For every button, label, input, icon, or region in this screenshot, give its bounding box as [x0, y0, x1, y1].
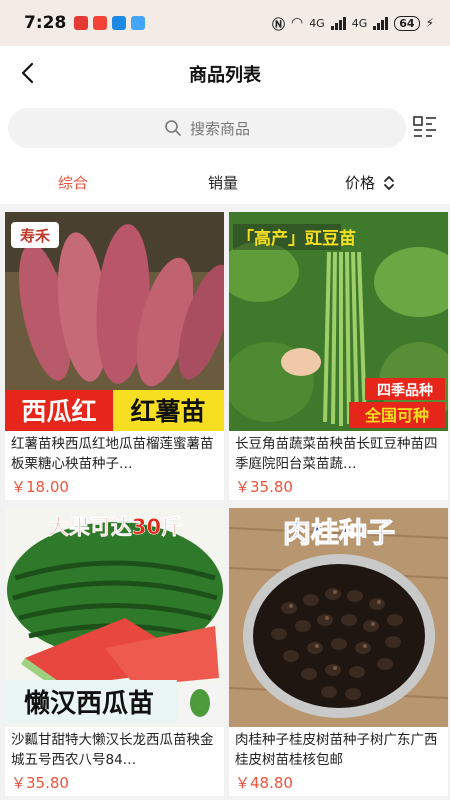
image-caption: 懒汉西瓜苗 [24, 689, 154, 719]
image-caption: 西瓜红 [21, 397, 96, 426]
charging-icon: ⚡ [425, 16, 434, 30]
product-price: ￥18.00 [11, 478, 69, 496]
product-image: 大果可达30斤 懒汉西瓜苗 [5, 508, 224, 727]
image-caption: 红薯苗 [130, 397, 205, 426]
product-price: ￥35.80 [235, 478, 293, 496]
image-badge: 全国可种 [364, 406, 429, 425]
product-price: ￥35.80 [11, 774, 69, 792]
product-card[interactable]: 寿禾 西瓜红 红薯苗 红薯苗秧西瓜红地瓜苗榴莲蜜薯苗板栗糖心秧苗种子… ￥18.… [5, 212, 224, 500]
product-card[interactable]: 「高产」豇豆苗 四季品种 全国可种 长豆角苗蔬菜苗秧苗长豇豆种苗四季庭院阳台菜苗… [229, 212, 448, 500]
brand-logo: 寿禾 [20, 227, 51, 245]
sort-tab-label: 销量 [208, 174, 239, 192]
product-name: 红薯苗秧西瓜红地瓜苗榴莲蜜薯苗板栗糖心秧苗种子… [11, 436, 214, 472]
search-icon [165, 120, 181, 136]
app-notification-icon [131, 16, 146, 30]
image-caption: 大果可达30斤 [48, 515, 182, 539]
search-input[interactable]: 搜索商品 [8, 108, 406, 148]
status-bar: 7:28 Ⓝ ◠ 4G 4G 64 ⚡ [0, 0, 450, 46]
sort-tab-comprehensive[interactable]: 综合 [58, 172, 88, 193]
list-view-icon [413, 116, 436, 137]
network-type-b: 4G [351, 16, 368, 30]
sort-tab-sales[interactable]: 销量 [208, 172, 238, 193]
image-caption: 「高产」豇豆苗 [237, 228, 356, 249]
product-image: 「高产」豇豆苗 四季品种 全国可种 [229, 212, 448, 431]
sort-tab-price[interactable]: 价格 [345, 172, 395, 193]
navigation-bar: 商品列表 [0, 46, 450, 100]
wifi-icon: ◠ [290, 15, 304, 31]
search-placeholder: 搜索商品 [189, 119, 250, 138]
signal-icon [330, 16, 346, 30]
image-caption: 肉桂种子 [283, 516, 395, 549]
image-badge: 四季品种 [377, 382, 433, 399]
sort-updown-icon [384, 175, 394, 190]
product-price: ￥48.80 [235, 774, 293, 792]
network-type-a: 4G [309, 16, 325, 30]
sort-bar: 综合 销量 价格 [0, 160, 450, 204]
app-notification-icon [112, 16, 127, 30]
status-time: 7:28 [24, 13, 67, 33]
product-image: 寿禾 西瓜红 红薯苗 [5, 212, 224, 431]
product-card[interactable]: 大果可达30斤 懒汉西瓜苗 沙瓤甘甜特大懒汉长龙西瓜苗秧金城五号西农八号84… … [5, 508, 224, 796]
product-card[interactable]: 肉桂种子 肉桂种子桂皮树苗种子树广东广西桂皮树苗桂核包邮 ￥48.80 [229, 508, 448, 796]
nfc-icon: Ⓝ [271, 17, 285, 33]
search-row: 搜索商品 [0, 100, 450, 160]
signal-icon [373, 16, 389, 30]
page-title: 商品列表 [189, 65, 261, 86]
app-notification-icon [74, 16, 89, 30]
product-name: 沙瓤甘甜特大懒汉长龙西瓜苗秧金城五号西农八号84… [11, 732, 214, 768]
product-image: 肉桂种子 [229, 508, 448, 727]
product-name: 肉桂种子桂皮树苗种子树广东广西桂皮树苗桂核包邮 [235, 732, 438, 768]
sort-tab-label: 价格 [345, 174, 376, 192]
layout-toggle-button[interactable] [412, 114, 438, 140]
app-notification-icon [93, 16, 108, 30]
notification-icons [74, 16, 146, 30]
sort-tab-label: 综合 [58, 174, 89, 192]
battery-indicator: 64 [394, 15, 420, 31]
product-name: 长豆角苗蔬菜苗秧苗长豇豆种苗四季庭院阳台菜苗蔬… [235, 436, 438, 472]
